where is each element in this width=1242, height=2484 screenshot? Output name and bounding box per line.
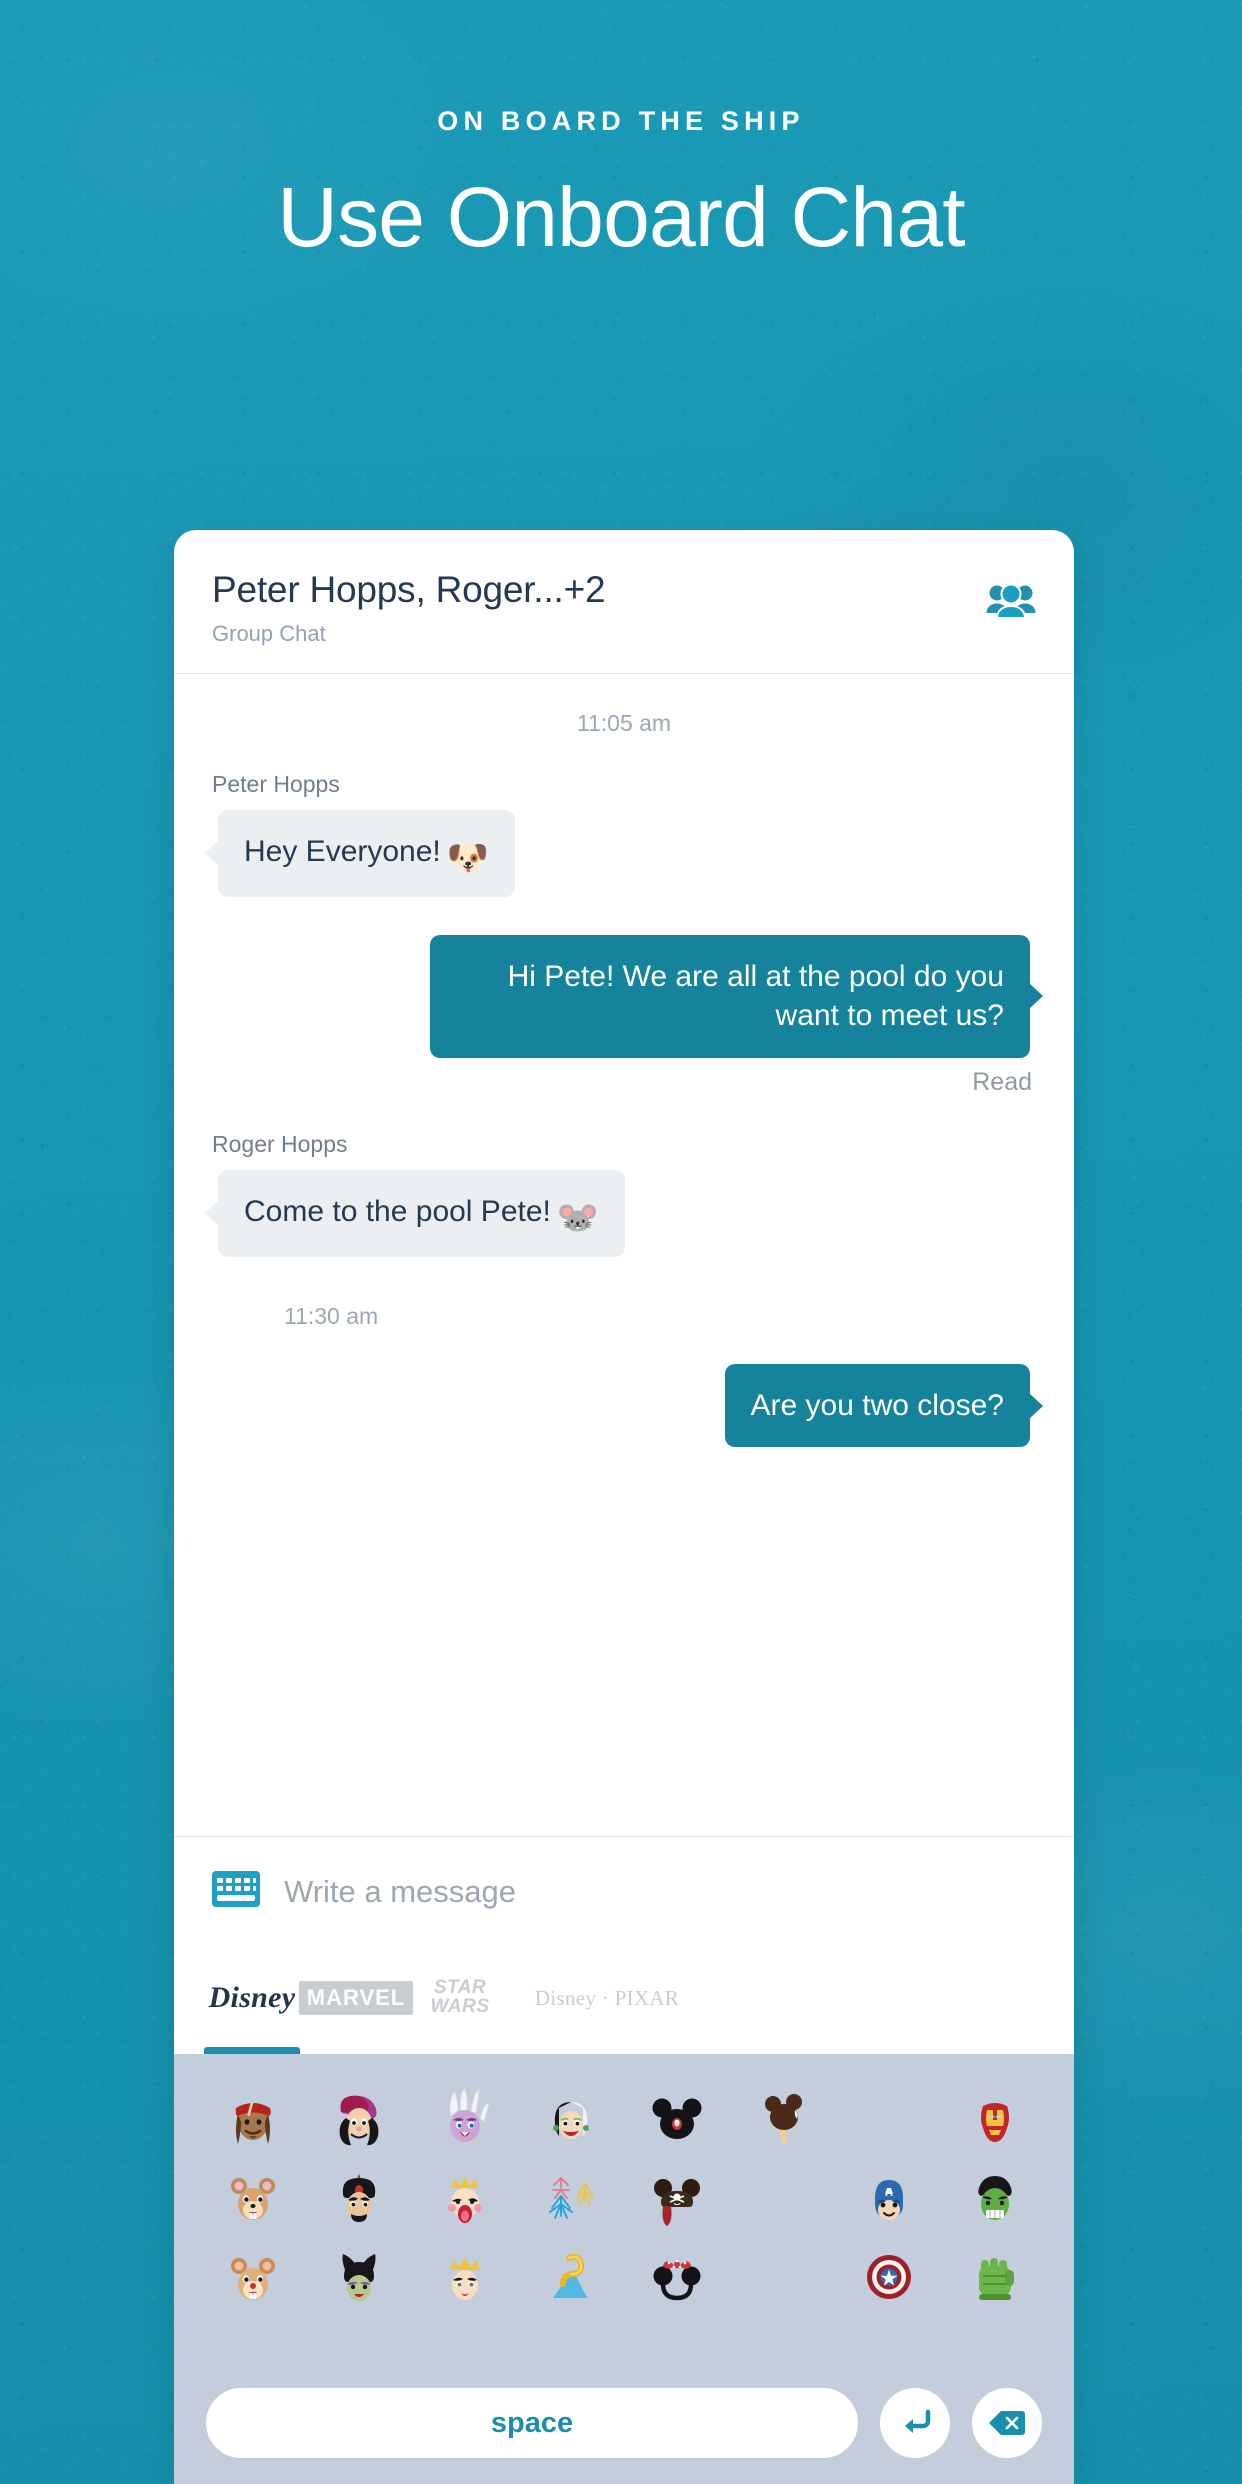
mickey-emoji: 🐭: [556, 1198, 600, 1237]
keyboard-icon[interactable]: [212, 1871, 260, 1912]
fireworks-emoji[interactable]: [518, 2160, 624, 2234]
chat-header: Peter Hopps, Roger...+2 Group Chat: [174, 530, 1074, 674]
dale-emoji[interactable]: [200, 2240, 306, 2314]
message-text: Come to the pool Pete!: [244, 1194, 551, 1228]
message-row: Hey Everyone! 🐶: [212, 809, 1036, 897]
sticker-brand-tabs[interactable]: Disney MARVEL STAR WARS Disney · PIXAR: [174, 1942, 1074, 2054]
maleficent-emoji[interactable]: [306, 2240, 412, 2314]
tab-star-wars[interactable]: STAR WARS: [408, 1942, 512, 2054]
chat-title: Peter Hopps, Roger...+2: [212, 569, 606, 610]
message-timestamp: 11:05 am: [576, 709, 672, 736]
ursula-emoji[interactable]: [412, 2080, 518, 2154]
disney-pixar-logo: Disney · PIXAR: [534, 1985, 680, 2010]
message-sender-name: Roger Hopps: [212, 1130, 348, 1157]
disney-logo: Disney: [208, 1981, 296, 2014]
space-key[interactable]: space: [206, 2388, 858, 2458]
jack-sparrow-emoji[interactable]: [200, 2080, 306, 2154]
backspace-delete-icon[interactable]: [972, 2388, 1042, 2458]
message-timestamp: 11:30 am: [284, 1302, 379, 1329]
aquaduck-slide-emoji[interactable]: [518, 2240, 624, 2314]
chat-subtitle: Group Chat: [212, 620, 326, 646]
captain-america-shield-emoji[interactable]: [836, 2240, 942, 2314]
captain-hook-emoji[interactable]: [306, 2080, 412, 2154]
emoji-grid[interactable]: A: [174, 2080, 1074, 2314]
chat-header-text: Peter Hopps, Roger...+2 Group Chat: [212, 569, 606, 647]
jafar-emoji[interactable]: [306, 2160, 412, 2234]
minnie-ears-emoji[interactable]: [624, 2240, 730, 2314]
mickey-ears-hat-emoji[interactable]: [624, 2080, 730, 2154]
message-input-placeholder[interactable]: Write a message: [284, 1874, 516, 1910]
read-receipt-status: Read: [972, 1067, 1032, 1096]
incoming-message-bubble[interactable]: Hey Everyone! 🐶: [218, 809, 516, 897]
hero-section: ON BOARD THE SHIP Use Onboard Chat: [0, 0, 1242, 264]
tab-marvel[interactable]: MARVEL: [298, 1942, 414, 2054]
svg-text:A: A: [885, 2187, 893, 2199]
message-row: Hi Pete! We are all at the pool do you w…: [212, 934, 1036, 1058]
captain-america-emoji[interactable]: A: [836, 2160, 942, 2234]
message-text: Hey Everyone!: [244, 834, 441, 868]
tab-disney[interactable]: Disney: [200, 1942, 304, 2054]
hulk-fist-emoji[interactable]: [942, 2240, 1048, 2314]
tab-disney-pixar[interactable]: Disney · PIXAR: [512, 1942, 702, 2054]
iron-man-emoji[interactable]: [942, 2080, 1048, 2154]
keyboard-bottom-row[interactable]: space: [174, 2388, 1074, 2484]
message-sender-name: Peter Hopps: [212, 770, 340, 797]
evil-queen-emoji[interactable]: [412, 2240, 518, 2314]
group-people-icon[interactable]: [986, 582, 1036, 625]
active-tab-indicator: [204, 2047, 300, 2054]
marvel-logo: MARVEL: [298, 1981, 414, 2015]
emoji-sticker-keyboard[interactable]: A space: [174, 2054, 1074, 2484]
outgoing-message-bubble[interactable]: Hi Pete! We are all at the pool do you w…: [430, 934, 1030, 1058]
hulk-emoji[interactable]: [942, 2160, 1048, 2234]
queen-of-hearts-emoji[interactable]: [412, 2160, 518, 2234]
star-wars-logo: STAR WARS: [430, 1977, 490, 2017]
message-row: Come to the pool Pete! 🐭: [212, 1169, 1036, 1257]
goofy-emoji: 🐶: [446, 838, 490, 877]
enter-return-icon[interactable]: [880, 2388, 950, 2458]
message-composer[interactable]: Write a message: [174, 1836, 1074, 1942]
message-row: Are you two close?: [212, 1363, 1036, 1448]
incoming-message-bubble[interactable]: Come to the pool Pete! 🐭: [218, 1169, 626, 1257]
message-list[interactable]: 11:05 am Peter Hopps Hey Everyone! 🐶 Hi P…: [174, 674, 1074, 1836]
chip-emoji[interactable]: [200, 2160, 306, 2234]
pirate-mickey-ears-emoji[interactable]: [624, 2160, 730, 2234]
chat-app-card: Peter Hopps, Roger...+2 Group Chat 11:05…: [174, 530, 1074, 2484]
cruella-emoji[interactable]: [518, 2080, 624, 2154]
hero-eyebrow: ON BOARD THE SHIP: [437, 106, 805, 136]
page-title: Use Onboard Chat: [277, 170, 965, 264]
mickey-ice-cream-bar-emoji[interactable]: [730, 2080, 836, 2154]
outgoing-message-bubble[interactable]: Are you two close?: [724, 1363, 1030, 1448]
